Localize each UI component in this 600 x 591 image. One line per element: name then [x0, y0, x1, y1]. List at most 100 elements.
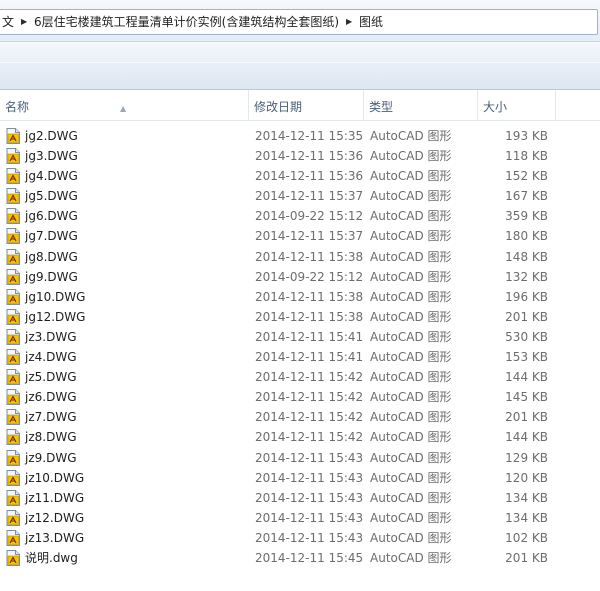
file-row[interactable]: jg2.DWG 2014-12-11 15:35 AutoCAD 图形 193 …	[0, 126, 600, 146]
file-size: 153 KB	[505, 350, 548, 365]
file-row[interactable]: jz10.DWG 2014-12-11 15:43 AutoCAD 图形 120…	[0, 468, 600, 488]
autocad-file-icon	[6, 409, 20, 426]
file-row[interactable]: jg10.DWG 2014-12-11 15:38 AutoCAD 图形 196…	[0, 287, 600, 307]
file-type: AutoCAD 图形	[370, 149, 452, 164]
file-row[interactable]: jz3.DWG 2014-12-11 15:41 AutoCAD 图形 530 …	[0, 327, 600, 347]
autocad-file-icon	[6, 248, 20, 265]
breadcrumb-item-current-folder[interactable]: 图纸	[356, 10, 386, 34]
file-name: jg2.DWG	[25, 129, 78, 143]
autocad-file-icon	[6, 168, 20, 185]
file-type: AutoCAD 图形	[370, 229, 452, 244]
file-row[interactable]: jz13.DWG 2014-12-11 15:43 AutoCAD 图形 102…	[0, 528, 600, 548]
file-modified-date: 2014-12-11 15:36	[255, 169, 364, 184]
file-type: AutoCAD 图形	[370, 329, 452, 344]
file-name: jz10.DWG	[25, 470, 85, 485]
file-size: 201 KB	[505, 550, 548, 565]
file-size: 102 KB	[505, 530, 548, 545]
file-name: jz4.DWG	[25, 350, 77, 365]
column-header-size-label: 大小	[483, 100, 508, 114]
file-row[interactable]: jg4.DWG 2014-12-11 15:36 AutoCAD 图形 152 …	[0, 166, 600, 186]
file-modified-date: 2014-12-11 15:43	[255, 450, 364, 465]
breadcrumb-item-project-folder[interactable]: 6层住宅楼建筑工程量清单计价实例(含建筑结构全套图纸)	[31, 10, 342, 34]
file-row[interactable]: jg7.DWG 2014-12-11 15:37 AutoCAD 图形 180 …	[0, 226, 600, 246]
file-type: AutoCAD 图形	[370, 189, 452, 204]
file-row[interactable]: jz4.DWG 2014-12-11 15:41 AutoCAD 图形 153 …	[0, 347, 600, 367]
file-modified-date: 2014-12-11 15:38	[255, 249, 364, 264]
file-size: 120 KB	[505, 470, 548, 485]
file-row[interactable]: jz6.DWG 2014-12-11 15:42 AutoCAD 图形 145 …	[0, 387, 600, 407]
file-row[interactable]: jz11.DWG 2014-12-11 15:43 AutoCAD 图形 134…	[0, 488, 600, 508]
file-row[interactable]: jz7.DWG 2014-12-11 15:42 AutoCAD 图形 201 …	[0, 407, 600, 427]
file-row[interactable]: jz5.DWG 2014-12-11 15:42 AutoCAD 图形 144 …	[0, 367, 600, 387]
column-header-type[interactable]: 类型	[364, 90, 478, 121]
file-name: jz12.DWG	[25, 510, 85, 525]
file-modified-date: 2014-09-22 15:12	[255, 209, 364, 224]
autocad-file-icon	[6, 349, 20, 366]
autocad-file-icon	[6, 429, 20, 446]
file-size: 359 KB	[505, 209, 548, 224]
autocad-file-icon	[6, 549, 20, 566]
file-modified-date: 2014-12-11 15:42	[255, 370, 364, 385]
file-row[interactable]: 说明.dwg 2014-12-11 15:45 AutoCAD 图形 201 K…	[0, 548, 600, 568]
file-name: jz6.DWG	[25, 390, 77, 405]
file-type: AutoCAD 图形	[370, 209, 452, 224]
file-modified-date: 2014-12-11 15:35	[255, 129, 364, 143]
file-name: jg7.DWG	[25, 229, 78, 244]
column-header-type-label: 类型	[369, 100, 394, 114]
file-modified-date: 2014-12-11 15:42	[255, 390, 364, 405]
file-row[interactable]: jg3.DWG 2014-12-11 15:36 AutoCAD 图形 118 …	[0, 146, 600, 166]
file-row[interactable]: jg6.DWG 2014-09-22 15:12 AutoCAD 图形 359 …	[0, 206, 600, 226]
file-row[interactable]: jz9.DWG 2014-12-11 15:43 AutoCAD 图形 129 …	[0, 448, 600, 468]
column-header-name[interactable]: 名称 ▲	[0, 90, 249, 121]
file-name: jz11.DWG	[25, 490, 85, 505]
file-row[interactable]: jg12.DWG 2014-12-11 15:38 AutoCAD 图形 201…	[0, 307, 600, 327]
autocad-file-icon	[6, 148, 20, 165]
file-modified-date: 2014-12-11 15:42	[255, 430, 364, 445]
column-header-size[interactable]: 大小	[478, 90, 556, 121]
file-size: 530 KB	[505, 329, 548, 344]
file-row[interactable]: jg8.DWG 2014-12-11 15:38 AutoCAD 图形 148 …	[0, 247, 600, 267]
file-row[interactable]: jz8.DWG 2014-12-11 15:42 AutoCAD 图形 144 …	[0, 427, 600, 447]
file-modified-date: 2014-12-11 15:37	[255, 229, 364, 244]
file-size: 144 KB	[505, 430, 548, 445]
breadcrumb-item-parent[interactable]: 文	[0, 10, 17, 34]
file-row[interactable]: jg9.DWG 2014-09-22 15:12 AutoCAD 图形 132 …	[0, 267, 600, 287]
autocad-file-icon	[6, 208, 20, 225]
chevron-right-icon[interactable]: ▶	[342, 10, 356, 34]
autocad-file-icon	[6, 389, 20, 406]
file-row[interactable]: jz12.DWG 2014-12-11 15:43 AutoCAD 图形 134…	[0, 508, 600, 528]
file-name: jg6.DWG	[25, 209, 78, 224]
autocad-file-icon	[6, 308, 20, 325]
column-header-name-label: 名称	[5, 100, 30, 114]
autocad-file-icon	[6, 529, 20, 546]
file-type: AutoCAD 图形	[370, 510, 452, 525]
autocad-file-icon	[6, 188, 20, 205]
file-size: 129 KB	[505, 450, 548, 465]
file-type: AutoCAD 图形	[370, 169, 452, 184]
file-size: 201 KB	[505, 309, 548, 324]
file-modified-date: 2014-12-11 15:43	[255, 530, 364, 545]
sort-up-icon: ▲	[120, 104, 127, 113]
breadcrumb[interactable]: 文 ▶ 6层住宅楼建筑工程量清单计价实例(含建筑结构全套图纸) ▶ 图纸	[0, 9, 598, 35]
file-size: 145 KB	[505, 390, 548, 405]
autocad-file-icon	[6, 288, 20, 305]
file-name: jg12.DWG	[25, 309, 86, 324]
column-header-date[interactable]: 修改日期	[249, 90, 364, 121]
file-type: AutoCAD 图形	[370, 450, 452, 465]
file-name: jg9.DWG	[25, 269, 78, 284]
file-modified-date: 2014-12-11 15:37	[255, 189, 364, 204]
file-row[interactable]: jg5.DWG 2014-12-11 15:37 AutoCAD 图形 167 …	[0, 186, 600, 206]
column-header-date-label: 修改日期	[254, 100, 303, 114]
file-modified-date: 2014-12-11 15:36	[255, 149, 364, 164]
file-list: jg2.DWG 2014-12-11 15:35 AutoCAD 图形 193 …	[0, 126, 600, 568]
file-name: jz7.DWG	[25, 410, 77, 425]
file-type: AutoCAD 图形	[370, 269, 452, 284]
file-modified-date: 2014-09-22 15:12	[255, 269, 364, 284]
file-name: jz8.DWG	[25, 430, 77, 445]
file-modified-date: 2014-12-11 15:43	[255, 490, 364, 505]
file-size: 201 KB	[505, 410, 548, 425]
chevron-right-icon[interactable]: ▶	[17, 10, 31, 34]
file-name: 说明.dwg	[25, 550, 78, 565]
file-type: AutoCAD 图形	[370, 550, 452, 565]
file-size: 134 KB	[505, 490, 548, 505]
